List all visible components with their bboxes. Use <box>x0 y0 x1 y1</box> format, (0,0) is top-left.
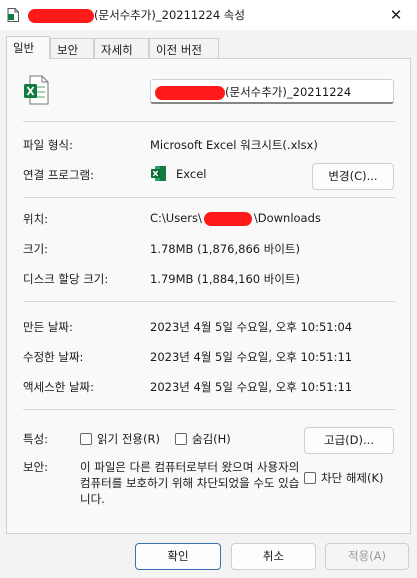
checkbox-box[interactable] <box>80 433 92 445</box>
tab-label: 이전 버전 <box>156 43 202 57</box>
document-icon <box>7 8 19 22</box>
change-button[interactable]: 변경(C)... <box>312 163 394 190</box>
tab-strip: 일반 보안 자세히 이전 버전 <box>6 36 412 59</box>
location-label: 위치: <box>23 212 49 226</box>
hidden-checkbox[interactable]: 숨김(H) <box>175 431 231 447</box>
readonly-label: 읽기 전용(R) <box>97 432 160 446</box>
divider <box>23 409 395 410</box>
divider <box>23 197 395 198</box>
redaction-mark <box>28 8 94 23</box>
divider <box>23 301 395 302</box>
apply-button[interactable]: 적용(A) <box>325 543 409 570</box>
accessed-label: 액세스한 날짜: <box>23 380 95 394</box>
checkbox-box[interactable] <box>304 472 316 484</box>
window-title: (문서수추가)_20211224 속성 <box>28 7 245 23</box>
change-button-label: 변경(C)... <box>328 169 378 183</box>
unblock-label: 차단 해제(K) <box>321 471 384 485</box>
file-name-text: (문서수추가)_20211224 <box>225 85 352 99</box>
hidden-label: 숨김(H) <box>192 432 231 446</box>
cancel-button[interactable]: 취소 <box>231 543 316 570</box>
location-value: C:\Users\ \Downloads <box>150 211 321 226</box>
file-name-input[interactable]: (문서수추가)_20211224 <box>150 79 394 104</box>
file-type-value: Microsoft Excel 워크시트(.xlsx) <box>150 138 318 152</box>
location-prefix: C:\Users\ <box>150 211 202 225</box>
advanced-button[interactable]: 고급(D)... <box>304 427 394 454</box>
ok-button[interactable]: 확인 <box>135 543 221 570</box>
size-on-disk-label: 디스크 할당 크기: <box>23 272 109 286</box>
tab-previous-versions[interactable]: 이전 버전 <box>149 38 219 58</box>
redaction-mark <box>155 85 225 100</box>
cancel-button-label: 취소 <box>262 549 285 563</box>
size-on-disk-value: 1.79MB (1,884,160 바이트) <box>150 272 300 286</box>
divider <box>23 121 395 122</box>
excel-app-icon <box>151 166 166 181</box>
checkbox-box[interactable] <box>175 433 187 445</box>
created-label: 만든 날짜: <box>23 320 73 334</box>
close-icon: ✕ <box>389 6 403 24</box>
tab-label: 보안 <box>57 43 79 57</box>
security-label: 보안: <box>23 460 49 474</box>
modified-value: 2023년 4월 5일 수요일, 오후 10:51:11 <box>150 350 353 364</box>
redaction-mark <box>203 211 252 226</box>
opens-with-label: 연결 프로그램: <box>23 168 95 182</box>
accessed-value: 2023년 4월 5일 수요일, 오후 10:51:11 <box>150 380 353 394</box>
created-value: 2023년 4월 5일 수요일, 오후 10:51:04 <box>150 320 353 334</box>
general-panel: (문서수추가)_20211224 파일 형식: Microsoft Excel … <box>6 58 411 534</box>
window-title-text: (문서수추가)_20211224 속성 <box>94 8 245 22</box>
dialog-footer: 확인 취소 적용(A) <box>0 534 417 578</box>
ok-button-label: 확인 <box>167 549 189 563</box>
excel-file-icon <box>24 75 49 105</box>
attributes-label: 특성: <box>23 432 49 446</box>
opens-with-value: Excel <box>176 167 207 181</box>
modified-label: 수정한 날짜: <box>23 350 84 364</box>
advanced-button-label: 고급(D)... <box>324 433 374 447</box>
size-value: 1.78MB (1,876,866 바이트) <box>150 242 300 256</box>
readonly-checkbox[interactable]: 읽기 전용(R) <box>80 431 160 447</box>
tab-details[interactable]: 자세히 <box>94 38 149 58</box>
location-suffix: \Downloads <box>253 211 321 225</box>
tab-general[interactable]: 일반 <box>6 36 50 59</box>
security-message: 이 파일은 다른 컴퓨터로부터 왔으며 사용자의 컴퓨터를 보호하기 위해 차단… <box>80 460 300 506</box>
close-button[interactable]: ✕ <box>385 4 407 26</box>
tab-security[interactable]: 보안 <box>50 38 94 58</box>
tab-label: 일반 <box>13 41 35 55</box>
file-type-label: 파일 형식: <box>23 138 73 152</box>
tab-label: 자세히 <box>101 43 133 57</box>
size-label: 크기: <box>23 242 49 256</box>
unblock-checkbox[interactable]: 차단 해제(K) <box>304 470 384 486</box>
apply-button-label: 적용(A) <box>348 549 386 563</box>
title-bar: (문서수추가)_20211224 속성 ✕ <box>0 0 417 30</box>
